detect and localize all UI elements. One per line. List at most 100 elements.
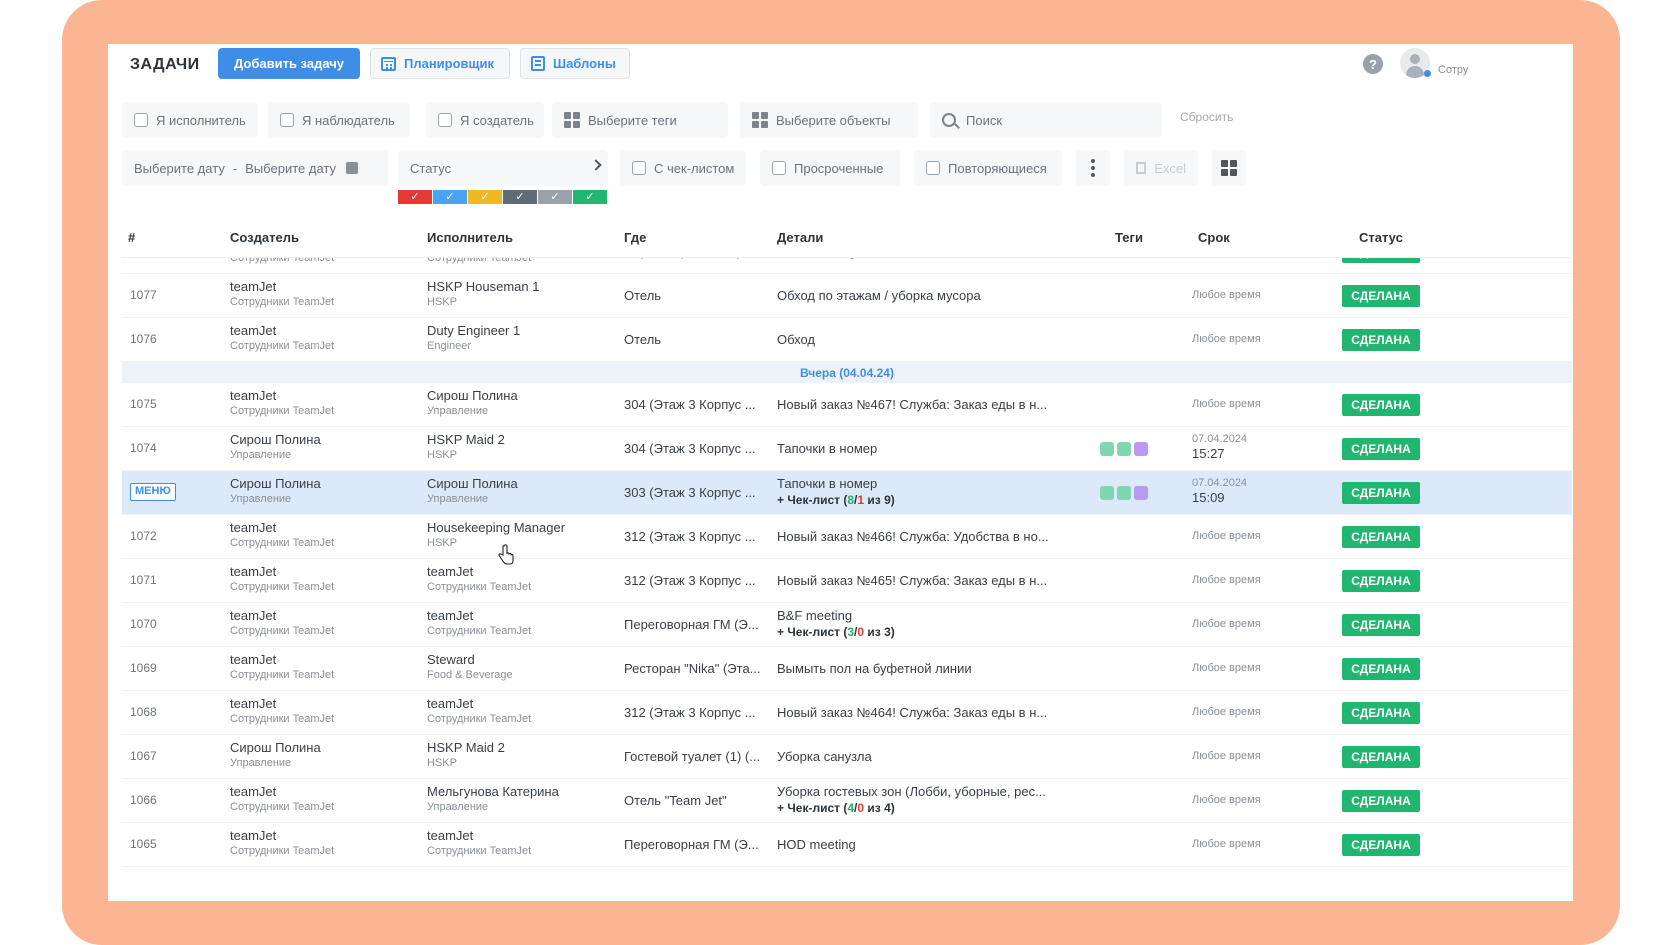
table-row[interactable]: МЕНЮ Сирош Полина Управление Сирош Полина Уп… <box>122 471 1572 515</box>
status-chip-red[interactable]: ✓ <box>398 190 432 204</box>
date-to[interactable]: Выберите дату <box>245 161 336 176</box>
status-badge[interactable]: СДЕЛАНА <box>1342 482 1420 504</box>
column-num[interactable]: # <box>128 230 135 245</box>
add-task-button[interactable]: Добавить задачу <box>218 48 360 79</box>
column-creator[interactable]: Создатель <box>230 230 299 245</box>
checkbox-icon[interactable] <box>632 161 646 175</box>
user-name[interactable]: Сотру <box>1438 64 1468 76</box>
excel-export-button[interactable]: Excel <box>1124 150 1198 186</box>
date-from[interactable]: Выберите дату <box>134 161 225 176</box>
due-cell: 07.04.2024 15:09 <box>1192 477 1247 506</box>
filter-me-observer[interactable]: Я наблюдатель <box>268 102 410 138</box>
table-row[interactable]: 1077 teamJet Сотрудники TeamJet HSKP Housem… <box>122 274 1572 318</box>
column-executor[interactable]: Исполнитель <box>427 230 513 245</box>
excel-label: Excel <box>1154 160 1186 176</box>
location: 304 (Этаж 3 Корпус ... <box>624 441 756 456</box>
tag-marker[interactable] <box>1100 486 1114 500</box>
status-badge[interactable]: СДЕЛАНА <box>1342 570 1420 592</box>
tag-marker[interactable] <box>1100 442 1114 456</box>
help-icon[interactable]: ? <box>1363 54 1383 74</box>
column-tags[interactable]: Теги <box>1115 230 1143 245</box>
column-details[interactable]: Детали <box>777 230 823 245</box>
checklist-summary[interactable]: + Чек-лист (3/0 из 3) <box>777 624 1069 640</box>
status-chip-dark[interactable]: ✓ <box>503 190 537 204</box>
column-status[interactable]: Статус <box>1359 230 1403 245</box>
scheduler-button[interactable]: Планировщик <box>370 48 510 79</box>
status-badge[interactable]: СДЕЛАНА <box>1342 790 1420 812</box>
table-row[interactable]: 1070 teamJet Сотрудники TeamJet teamJet Сотр… <box>122 603 1572 647</box>
menu-button[interactable]: МЕНЮ <box>130 483 176 501</box>
status-badge[interactable]: СДЕЛАНА <box>1342 834 1420 856</box>
creator-name: teamJet <box>230 388 277 403</box>
table-row[interactable]: 1065 teamJet Сотрудники TeamJet teamJet Сотр… <box>122 823 1572 867</box>
task-number: 1076 <box>130 332 157 346</box>
status-badge[interactable]: СДЕЛАНА <box>1342 526 1420 548</box>
executor-cell: HSKP Houseman 1 HSKP <box>427 279 612 309</box>
executor-name: Сирош Полина <box>427 388 518 403</box>
checkbox-icon[interactable] <box>280 113 294 127</box>
task-table: 1078teamJetСотрудники TeamJetteamJetСотр… <box>122 244 1572 901</box>
status-chip-green[interactable]: ✓ <box>573 190 607 204</box>
view-toggle-button[interactable] <box>1212 150 1246 186</box>
table-row[interactable]: 1068 teamJet Сотрудники TeamJet teamJet Сотр… <box>122 691 1572 735</box>
filter-me-creator[interactable]: Я создатель <box>426 102 544 138</box>
status-badge[interactable]: СДЕЛАНА <box>1342 329 1420 351</box>
filter-me-executor[interactable]: Я исполнитель <box>122 102 258 138</box>
search-input[interactable]: Поиск <box>930 102 1162 138</box>
filter-overdue[interactable]: Просроченные <box>760 150 900 186</box>
executor-cell: Housekeeping Manager HSKP <box>427 520 612 550</box>
table-row[interactable]: 1066 teamJet Сотрудники TeamJet Мельгунова … <box>122 779 1572 823</box>
table-row[interactable]: 1072 teamJet Сотрудники TeamJet Housekeepin… <box>122 515 1572 559</box>
table-row[interactable]: 1074 Сирош Полина Управление HSKP Maid 2 HSK… <box>122 427 1572 471</box>
status-chip-yellow[interactable]: ✓ <box>468 190 502 204</box>
templates-button[interactable]: Шаблоны <box>520 48 630 79</box>
executor-department: Food & Beverage <box>427 669 513 681</box>
executor-cell: Duty Engineer 1 Engineer <box>427 323 612 353</box>
task-details: Тапочки в номер <box>777 441 878 456</box>
tags-select[interactable]: Выберите теги <box>552 102 728 138</box>
creator-department: Сотрудники TeamJet <box>230 625 335 637</box>
tag-marker[interactable] <box>1117 486 1131 500</box>
more-options-button[interactable] <box>1076 150 1110 186</box>
checklist-total: из 3) <box>864 625 895 639</box>
table-row[interactable]: 1071 teamJet Сотрудники TeamJet teamJet Сотр… <box>122 559 1572 603</box>
executor-department: Сотрудники TeamJet <box>427 581 532 593</box>
creator-department: Сотрудники TeamJet <box>230 340 335 352</box>
status-chip-blue[interactable]: ✓ <box>433 190 467 204</box>
column-where[interactable]: Где <box>624 230 646 245</box>
table-row[interactable]: 1069 teamJet Сотрудники TeamJet Steward Food… <box>122 647 1572 691</box>
status-badge[interactable]: СДЕЛАНА <box>1342 702 1420 724</box>
checkbox-icon[interactable] <box>772 161 786 175</box>
table-row[interactable]: 1075 teamJet Сотрудники TeamJet Сирош Полин… <box>122 383 1572 427</box>
filter-with-checklist[interactable]: С чек-листом <box>620 150 746 186</box>
task-number: 1075 <box>130 397 157 411</box>
status-badge[interactable]: СДЕЛАНА <box>1342 438 1420 460</box>
status-badge[interactable]: СДЕЛАНА <box>1342 614 1420 636</box>
date-range[interactable]: Выберите дату - Выберите дату <box>122 150 388 186</box>
calendar-icon[interactable] <box>346 162 358 174</box>
checkbox-icon[interactable] <box>134 113 148 127</box>
reset-link[interactable]: Сбросить <box>1180 110 1233 124</box>
checkbox-icon[interactable] <box>438 113 452 127</box>
objects-select[interactable]: Выберите объекты <box>740 102 918 138</box>
table-row[interactable]: 1076 teamJet Сотрудники TeamJet Duty Engine… <box>122 318 1572 362</box>
checklist-summary[interactable]: + Чек-лист (4/0 из 4) <box>777 800 1069 816</box>
status-chip-gray[interactable]: ✓ <box>538 190 572 204</box>
filter-recurring[interactable]: Повторяющиеся <box>914 150 1062 186</box>
column-due[interactable]: Срок <box>1198 230 1230 245</box>
tag-marker[interactable] <box>1117 442 1131 456</box>
status-badge[interactable]: СДЕЛАНА <box>1342 658 1420 680</box>
status-badge[interactable]: СДЕЛАНА <box>1342 285 1420 307</box>
checkbox-icon[interactable] <box>926 161 940 175</box>
executor-cell: Мельгунова Катерина Управление <box>427 784 612 814</box>
tag-marker[interactable] <box>1134 442 1148 456</box>
more-vertical-icon <box>1091 166 1095 170</box>
status-select[interactable]: Статус <box>398 150 608 186</box>
tag-marker[interactable] <box>1134 486 1148 500</box>
task-details: Новый заказ №464! Служба: Заказ еды в н.… <box>777 705 1048 720</box>
status-badge[interactable]: СДЕЛАНА <box>1342 394 1420 416</box>
table-row[interactable]: 1067 Сирош Полина Управление HSKP Maid 2 HSK… <box>122 735 1572 779</box>
status-badge[interactable]: СДЕЛАНА <box>1342 746 1420 768</box>
creator-name: teamJet <box>230 696 277 711</box>
checklist-summary[interactable]: + Чек-лист (8/1 из 9) <box>777 492 1069 508</box>
